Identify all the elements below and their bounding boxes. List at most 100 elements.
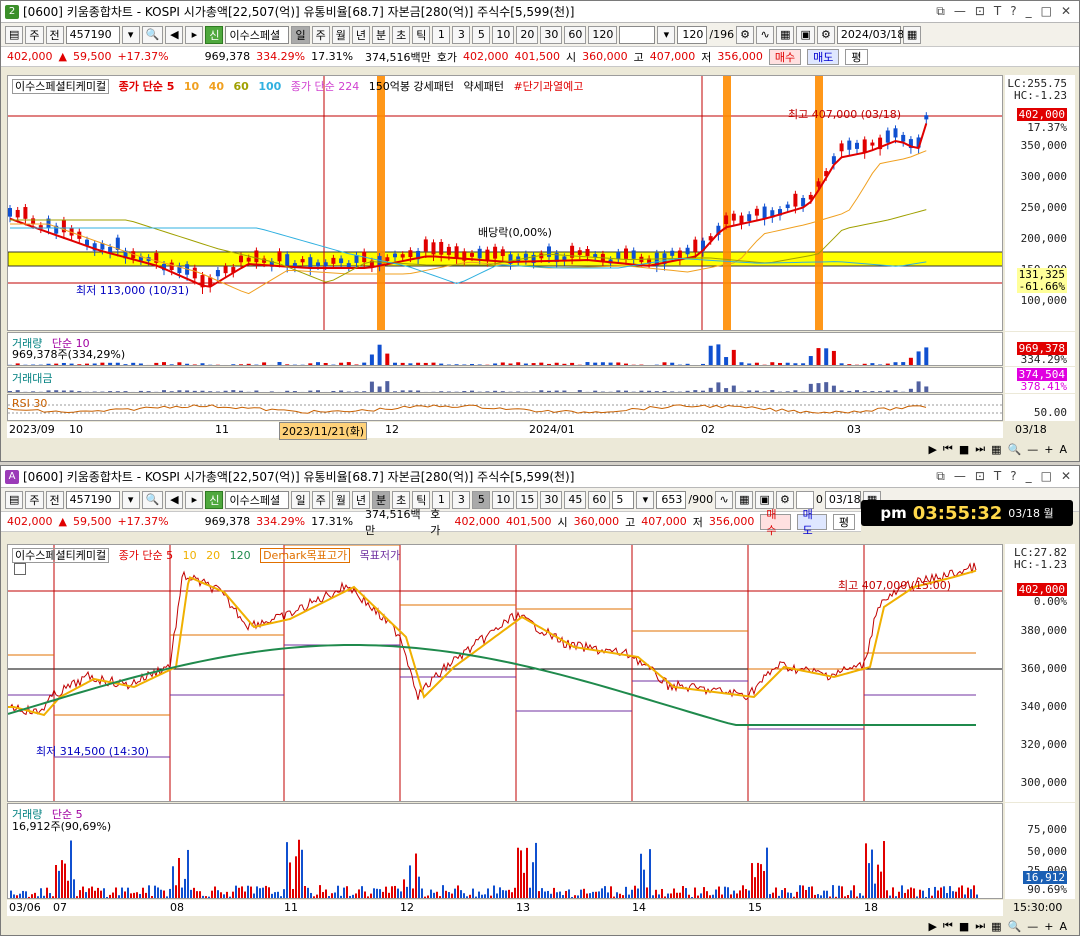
pin-icon[interactable]: ⊡ — [975, 4, 985, 19]
grid-view-icon[interactable]: ▦ — [991, 920, 1001, 933]
search-icon[interactable]: 🔍 — [141, 25, 164, 44]
scroll-right-icon[interactable]: ▶ — [928, 443, 936, 456]
interval-1[interactable]: 1 — [432, 25, 451, 44]
grid-icon[interactable]: ▦ — [776, 25, 795, 44]
year-button[interactable]: 년 — [351, 25, 370, 44]
period-select[interactable]: 주 — [25, 25, 44, 44]
calendar-icon[interactable]: ▦ — [902, 25, 922, 44]
chart-type-icon[interactable]: ▤ — [5, 25, 24, 44]
auto-icon[interactable]: A — [1059, 443, 1067, 456]
buy-button[interactable]: 매수 — [768, 48, 802, 65]
maximize-icon[interactable]: □ — [1041, 4, 1052, 19]
sell-button[interactable]: 매도 — [807, 48, 840, 65]
price-plot[interactable]: 최고 407,000 (03/18) 최저 113,000 (10/31) 배당… — [7, 75, 1003, 331]
minimize-icon-2[interactable]: _ — [1026, 469, 1032, 484]
count-input[interactable]: 120 — [677, 25, 708, 44]
stop-icon[interactable]: ■ — [959, 920, 969, 933]
stock-code-input[interactable]: 457190 — [65, 25, 120, 44]
stop-icon[interactable]: ■ — [959, 443, 969, 456]
indicator-icon[interactable]: ∿ — [715, 490, 734, 509]
minimize-icon[interactable]: — — [954, 469, 966, 484]
interval-5[interactable]: 5 — [472, 490, 491, 509]
day-button[interactable]: 일 — [291, 490, 310, 509]
restore-icon[interactable]: ⧉ — [936, 4, 945, 19]
scroll-right-icon[interactable]: ▶ — [928, 920, 936, 933]
interval-30[interactable]: 30 — [540, 490, 563, 509]
prev-button[interactable]: 전 — [45, 490, 64, 509]
count-input[interactable]: 653 — [656, 490, 687, 509]
save-icon[interactable]: ▣ — [796, 25, 815, 44]
week-button[interactable]: 주 — [311, 490, 330, 509]
first-icon[interactable]: ⏮ — [943, 442, 953, 456]
search-icon[interactable]: 🔍 — [141, 490, 164, 509]
minus-icon[interactable]: — — [1027, 920, 1038, 933]
close-icon[interactable]: ✕ — [1061, 4, 1071, 19]
interval-30[interactable]: 30 — [540, 25, 563, 44]
amount-plot[interactable]: 거래대금 — [7, 367, 1003, 393]
help-icon[interactable]: ? — [1010, 469, 1016, 484]
date-input[interactable]: 2024/03/18 — [836, 25, 904, 44]
sound-icon[interactable]: ◀ — [165, 25, 184, 44]
first-icon[interactable]: ⏮ — [943, 919, 953, 933]
stock-code-input[interactable]: 457190 — [65, 490, 120, 509]
interval-60[interactable]: 60 — [588, 490, 611, 509]
last-icon[interactable]: ⏭ — [975, 919, 985, 933]
grid-view-icon[interactable]: ▦ — [991, 443, 1001, 456]
date-input[interactable]: 03/18 — [824, 490, 861, 509]
interval-3[interactable]: 3 — [452, 25, 471, 44]
dropdown-icon[interactable]: ▾ — [657, 25, 676, 44]
rsi-plot[interactable]: RSI 30 — [7, 394, 1003, 421]
tick-button[interactable]: 틱 — [412, 25, 431, 44]
sound-icon[interactable]: ◀ — [165, 490, 184, 509]
settings-icon-a[interactable]: ⚙ — [736, 25, 755, 44]
avg-button[interactable]: 평 — [845, 48, 868, 65]
interval-10[interactable]: 10 — [492, 490, 515, 509]
interval-5[interactable]: 5 — [472, 25, 491, 44]
gear-icon[interactable]: ⚙ — [816, 25, 835, 44]
stock-legend[interactable]: 이수스페셜티케미컬 — [12, 548, 110, 563]
buy-button[interactable]: 매수 — [760, 508, 791, 537]
indicator-icon[interactable]: ∿ — [756, 25, 775, 44]
last-icon[interactable]: ⏭ — [975, 442, 985, 456]
plus-icon[interactable]: + — [1044, 920, 1053, 933]
zoom-out-icon[interactable]: 🔍 — [1008, 443, 1022, 456]
interval-input[interactable]: 5 — [612, 490, 635, 509]
dropdown-icon[interactable]: ▾ — [121, 490, 140, 509]
interval-120[interactable]: 120 — [588, 25, 618, 44]
grid-icon[interactable]: ▦ — [735, 490, 754, 509]
chart-type-icon[interactable]: ▤ — [5, 490, 24, 509]
help-icon[interactable]: ? — [1010, 4, 1016, 19]
font-icon[interactable]: T — [994, 4, 1001, 19]
period-select[interactable]: 주 — [25, 490, 44, 509]
nav-icon[interactable]: ▸ — [185, 25, 204, 44]
second-button[interactable]: 초 — [392, 25, 411, 44]
volume-plot[interactable]: 거래량 단순 10 969,378주(334,29%) — [7, 332, 1003, 366]
minus-icon[interactable]: — — [1027, 443, 1038, 456]
interval-3[interactable]: 3 — [452, 490, 471, 509]
minimize-icon-2[interactable]: _ — [1026, 4, 1032, 19]
restore-icon[interactable]: ⧉ — [936, 469, 945, 484]
close-icon[interactable]: ✕ — [1061, 469, 1071, 484]
interval-10[interactable]: 10 — [492, 25, 515, 44]
month-button[interactable]: 월 — [331, 25, 350, 44]
interval-20[interactable]: 20 — [516, 25, 539, 44]
dropdown-icon[interactable]: ▾ — [121, 25, 140, 44]
nav-icon[interactable]: ▸ — [185, 490, 204, 509]
intraday-volume-plot[interactable]: 거래량 단순 5 16,912주(90,69%) — [7, 803, 1003, 899]
table-icon[interactable] — [14, 563, 26, 575]
font-icon[interactable]: T — [994, 469, 1001, 484]
stock-legend[interactable]: 이수스페셜티케미컬 — [12, 79, 110, 94]
sell-button[interactable]: 매도 — [796, 508, 827, 537]
intraday-price-plot[interactable]: 최고 407,000 (15:00) 최저 314,500 (14:30) 이수… — [7, 544, 1003, 802]
interval-input[interactable] — [619, 25, 656, 44]
day-button[interactable]: 일 — [291, 25, 310, 44]
interval-45[interactable]: 45 — [564, 490, 587, 509]
plus-icon[interactable]: + — [1044, 443, 1053, 456]
zoom-out-icon[interactable]: 🔍 — [1008, 920, 1022, 933]
minimize-icon[interactable]: — — [954, 4, 966, 19]
auto-icon[interactable]: A — [1059, 920, 1067, 933]
prev-button[interactable]: 전 — [45, 25, 64, 44]
minute-button[interactable]: 분 — [371, 25, 391, 44]
interval-15[interactable]: 15 — [516, 490, 539, 509]
month-button[interactable]: 월 — [331, 490, 350, 509]
